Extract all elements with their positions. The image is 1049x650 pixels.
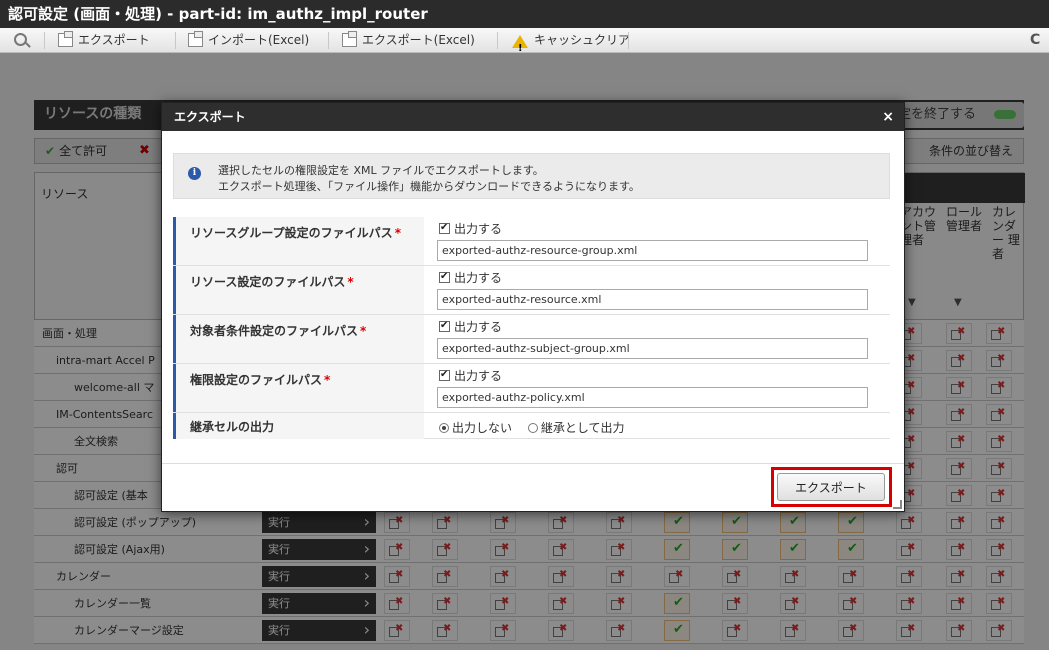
field-label: 対象者条件設定のファイルパス * — [173, 315, 424, 363]
radio-unselected-icon[interactable] — [527, 423, 538, 433]
export-dialog: エクスポート × i 選択したセルの権限設定を XML ファイルでエクスポートし… — [161, 102, 905, 512]
output-checkbox[interactable]: 出力する — [439, 270, 503, 285]
field-row-subject-group: 対象者条件設定のファイルパス* 出力する — [173, 315, 890, 364]
field-label-text: 継承セルの出力 — [190, 420, 275, 434]
export-toolbar-button[interactable]: エクスポート — [54, 28, 150, 53]
info-line-2: エクスポート処理後、「ファイル操作」機能からダウンロードできるようになります。 — [218, 180, 640, 193]
required-mark: * — [394, 226, 401, 240]
required-mark: * — [360, 324, 367, 338]
toolbar-separator — [497, 32, 498, 49]
resource-group-path-input[interactable] — [437, 240, 868, 261]
cache-clear-label: キャッシュクリア — [534, 33, 631, 47]
field-row-inherit: 継承セルの出力 出力しない 継承として出力 — [173, 413, 890, 439]
field-label: リソースグループ設定のファイルパス * — [173, 217, 424, 265]
toolbar-separator — [328, 32, 329, 49]
field-label: 権限設定のファイルパス * — [173, 364, 424, 412]
output-label: 出力する — [454, 222, 503, 236]
export-excel-icon — [342, 31, 357, 47]
field-label-text: 権限設定のファイルパス — [190, 373, 323, 387]
checkbox-checked-icon[interactable] — [439, 368, 450, 382]
required-mark: * — [347, 275, 354, 289]
output-checkbox[interactable]: 出力する — [439, 368, 503, 383]
toolbar-separator — [175, 32, 176, 49]
field-label-text: 対象者条件設定のファイルパス — [190, 324, 359, 338]
resource-path-input[interactable] — [437, 289, 868, 310]
checkbox-checked-icon[interactable] — [439, 221, 450, 235]
warning-icon — [512, 35, 528, 61]
radio-label: 継承として出力 — [540, 421, 625, 435]
field-label: リソース設定のファイルパス * — [173, 266, 424, 314]
export-icon — [58, 31, 73, 47]
window-title: 認可設定 (画面・処理) - part-id: im_authz_impl_ro… — [0, 0, 1049, 28]
radio-output-as-inherit[interactable]: 継承として出力 — [527, 421, 625, 435]
output-label: 出力する — [454, 369, 503, 383]
subject-group-path-input[interactable] — [437, 338, 868, 359]
required-mark: * — [324, 373, 331, 387]
export-form: リソースグループ設定のファイルパス* 出力する リソース設定のファイルパス* 出… — [173, 217, 890, 439]
output-label: 出力する — [454, 271, 503, 285]
dialog-title: エクスポート — [174, 110, 246, 124]
refresh-icon[interactable]: C — [1030, 32, 1040, 48]
toolbar: エクスポート インポート(Excel) エクスポート(Excel) キャッシュク… — [0, 28, 1049, 61]
footer-divider — [162, 463, 904, 464]
toolbar-separator — [44, 32, 45, 49]
export-excel-label: エクスポート(Excel) — [362, 33, 475, 47]
toolbar-separator — [628, 32, 629, 49]
info-line-1: 選択したセルの権限設定を XML ファイルでエクスポートします。 — [218, 164, 544, 177]
info-message: i 選択したセルの権限設定を XML ファイルでエクスポートします。 エクスポー… — [173, 153, 890, 199]
export-button[interactable]: エクスポート — [777, 473, 885, 501]
resize-handle-icon[interactable] — [893, 500, 902, 509]
close-icon[interactable]: × — [882, 103, 894, 131]
output-checkbox[interactable]: 出力する — [439, 221, 503, 236]
checkbox-checked-icon[interactable] — [439, 270, 450, 284]
field-row-policy: 権限設定のファイルパス* 出力する — [173, 364, 890, 413]
import-excel-button[interactable]: インポート(Excel) — [184, 28, 309, 53]
field-row-resource: リソース設定のファイルパス* 出力する — [173, 266, 890, 315]
output-checkbox[interactable]: 出力する — [439, 319, 503, 334]
checkbox-checked-icon[interactable] — [439, 319, 450, 333]
radio-selected-icon[interactable] — [439, 423, 449, 433]
export-toolbar-label: エクスポート — [78, 33, 150, 47]
inherit-radio-group: 出力しない 継承として出力 — [439, 419, 625, 436]
import-excel-label: インポート(Excel) — [208, 33, 310, 47]
field-label: 継承セルの出力 — [173, 413, 424, 439]
radio-label: 出力しない — [452, 421, 513, 435]
info-icon: i — [188, 167, 201, 180]
field-row-resource-group: リソースグループ設定のファイルパス* 出力する — [173, 217, 890, 266]
dialog-header: エクスポート × — [162, 103, 904, 131]
search-icon[interactable] — [14, 33, 27, 46]
field-label-text: リソース設定のファイルパス — [190, 275, 346, 289]
field-label-text: リソースグループ設定のファイルパス — [190, 226, 393, 240]
import-icon — [188, 31, 203, 47]
cache-clear-button[interactable]: キャッシュクリア — [506, 28, 631, 61]
policy-path-input[interactable] — [437, 387, 868, 408]
radio-no-output[interactable]: 出力しない — [439, 421, 512, 435]
output-label: 出力する — [454, 320, 503, 334]
export-excel-button[interactable]: エクスポート(Excel) — [338, 28, 475, 53]
